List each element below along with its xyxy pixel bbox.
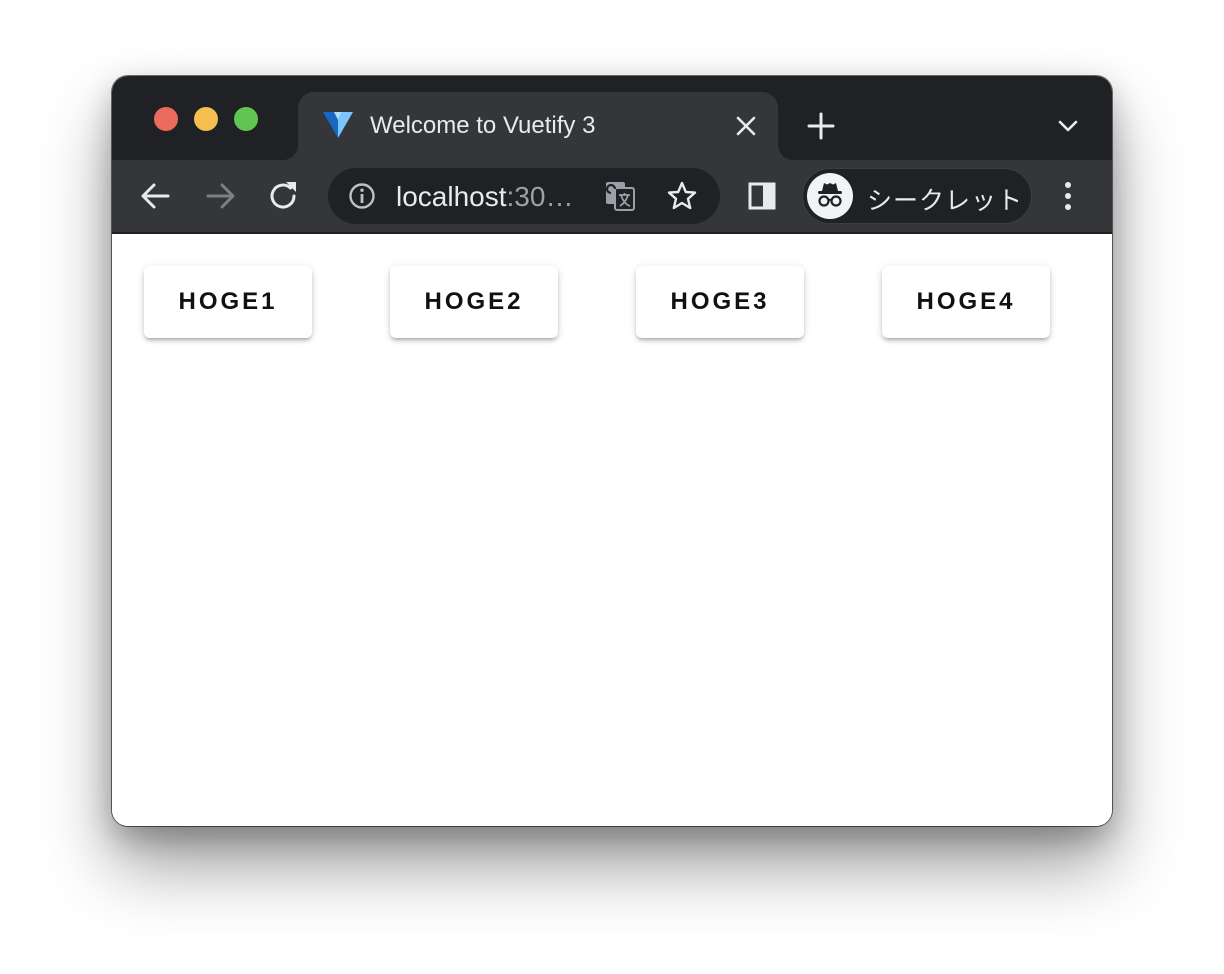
tab-title: Welcome to Vuetify 3	[370, 112, 596, 139]
tab-active[interactable]: Welcome to Vuetify 3	[282, 92, 794, 160]
back-arrow-icon[interactable]	[138, 178, 174, 214]
info-icon[interactable]	[348, 182, 376, 210]
hoge3-button[interactable]: HOGE3	[636, 266, 804, 338]
url-path: :30…	[506, 181, 574, 212]
incognito-label: シークレット	[867, 187, 1024, 215]
browser-window: Welcome to Vuetify 3 localhost:30… シークレッ…	[112, 76, 1112, 826]
close-icon[interactable]	[734, 114, 758, 138]
window-close-button[interactable]	[154, 107, 178, 131]
window-maximize-button[interactable]	[234, 107, 258, 131]
vuetify-logo-icon	[323, 112, 353, 138]
hoge4-button[interactable]: HOGE4	[882, 266, 1050, 338]
incognito-icon	[818, 183, 842, 207]
reload-icon[interactable]	[266, 178, 302, 214]
chevron-down-icon[interactable]	[1056, 116, 1080, 136]
hoge2-button[interactable]: HOGE2	[390, 266, 558, 338]
side-panel-icon[interactable]	[748, 182, 776, 210]
url-text: localhost:30…	[396, 181, 573, 213]
avatar	[807, 173, 853, 219]
more-vert-icon[interactable]	[1056, 180, 1080, 212]
forward-arrow-icon[interactable]	[202, 178, 238, 214]
bookmark-star-icon[interactable]	[666, 180, 698, 212]
address-bar[interactable]: localhost:30…	[328, 168, 720, 224]
window-minimize-button[interactable]	[194, 107, 218, 131]
hoge1-button[interactable]: HOGE1	[144, 266, 312, 338]
page-content: HOGE1 HOGE2 HOGE3 HOGE4	[112, 234, 1112, 826]
translate-icon[interactable]	[604, 180, 636, 212]
tab-strip: Welcome to Vuetify 3	[112, 76, 1112, 160]
browser-toolbar: localhost:30… シークレット	[112, 160, 1112, 234]
url-host: localhost	[396, 181, 507, 212]
new-tab-plus-icon[interactable]	[806, 111, 836, 141]
incognito-profile-button[interactable]: シークレット	[802, 168, 1032, 224]
